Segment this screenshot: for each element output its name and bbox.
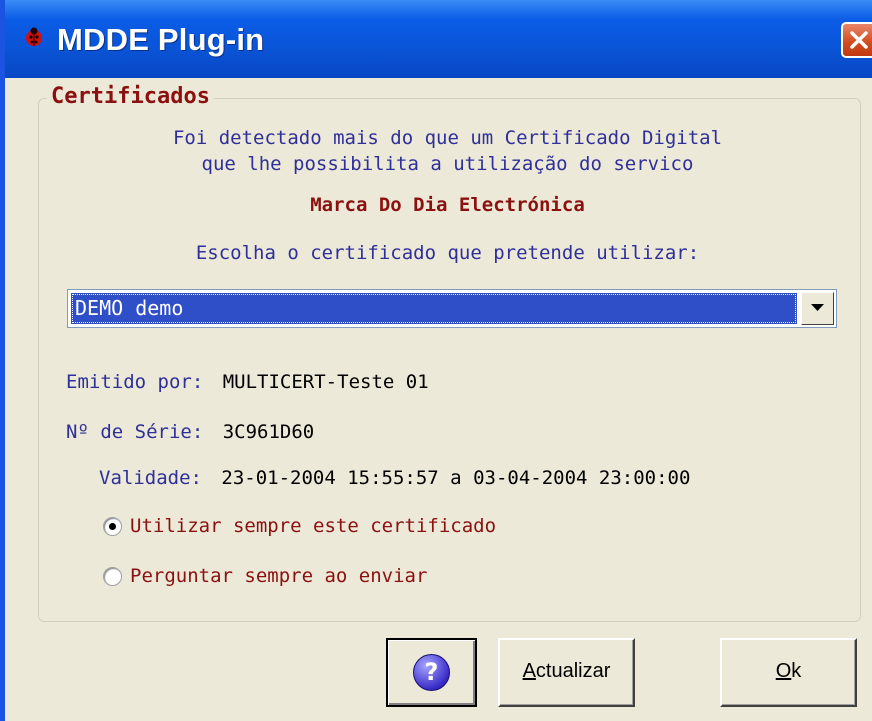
ok-button-mnemonic: O bbox=[775, 660, 792, 682]
radio-dot bbox=[109, 523, 116, 530]
issuer-value: MULTICERT-Teste 01 bbox=[222, 371, 429, 393]
ladybug-icon bbox=[26, 27, 42, 46]
validity-value: 23-01-2004 15:55:57 a 03-04-2004 23:00:0… bbox=[221, 467, 691, 489]
dialog-window: MDDE Plug-in Certificados Foi detectado … bbox=[0, 0, 872, 721]
radio-circle[interactable] bbox=[103, 567, 122, 586]
intro-line-2: que lhe possibilita a utilização do serv… bbox=[201, 153, 694, 175]
issuer-label: Emitido por: bbox=[66, 371, 204, 393]
group-legend: Certificados bbox=[47, 84, 214, 109]
close-button[interactable] bbox=[841, 22, 872, 58]
radio-circle[interactable] bbox=[103, 517, 122, 536]
service-name: Marca Do Dia Electrónica bbox=[310, 194, 585, 216]
title-bar[interactable]: MDDE Plug-in bbox=[5, 0, 872, 78]
help-button[interactable]: ? bbox=[386, 638, 477, 707]
serial-row: Nº de Série: 3C961D60 bbox=[66, 421, 314, 443]
validity-label: Validade: bbox=[99, 467, 202, 489]
update-button-mnemonic: A bbox=[522, 660, 536, 682]
ok-button-label: k bbox=[791, 660, 802, 682]
dropdown-arrow-icon bbox=[811, 304, 824, 311]
help-icon: ? bbox=[413, 654, 450, 691]
update-button-label: ctualizar bbox=[535, 660, 611, 682]
close-icon bbox=[850, 31, 868, 49]
radio-always-ask-label[interactable]: Perguntar sempre ao enviar bbox=[130, 565, 427, 587]
serial-label: Nº de Série: bbox=[66, 421, 204, 443]
window-title: MDDE Plug-in bbox=[57, 22, 265, 57]
choose-prompt: Escolha o certificado que pretende utili… bbox=[195, 242, 700, 264]
radio-always-use-label[interactable]: Utilizar sempre este certificado bbox=[130, 515, 496, 537]
dropdown-button[interactable] bbox=[801, 292, 834, 325]
certificate-select-value: DEMO demo bbox=[71, 293, 797, 324]
certificates-group bbox=[38, 98, 861, 622]
validity-row: Validade: 23-01-2004 15:55:57 a 03-04-20… bbox=[99, 467, 690, 489]
serial-value: 3C961D60 bbox=[222, 421, 315, 443]
certificate-select[interactable]: DEMO demo bbox=[67, 289, 837, 328]
ok-button[interactable]: Ok bbox=[720, 638, 857, 707]
update-button[interactable]: Actualizar bbox=[498, 638, 635, 707]
issuer-row: Emitido por: MULTICERT-Teste 01 bbox=[66, 371, 429, 393]
intro-line-1: Foi detectado mais do que um Certificado… bbox=[172, 127, 723, 149]
